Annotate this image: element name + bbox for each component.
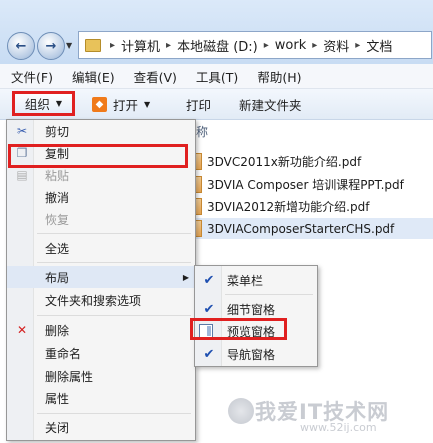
file-row[interactable]: 3DVIA Composer 培训课程PPT.pdf [188, 174, 433, 195]
name-column-header[interactable]: 称 [196, 123, 208, 140]
file-row[interactable]: 3DVIAComposerStarterCHS.pdf [188, 218, 433, 239]
delete-x-icon: ✕ [16, 323, 28, 337]
menu-item-close[interactable]: 关闭 [7, 416, 195, 438]
app-icon: ◆ [92, 97, 107, 112]
forward-arrow-icon: → [45, 38, 57, 54]
menu-bar: 文件(F) 编辑(E) 查看(V) 工具(T) 帮助(H) [0, 64, 433, 89]
watermark-url: www.52ij.com [300, 421, 377, 434]
menu-item-redo[interactable]: 恢复 [7, 208, 195, 230]
menu-item-label: 全选 [45, 241, 70, 256]
breadcrumb-work[interactable]: work [272, 38, 309, 53]
organize-label: 组织 [24, 97, 50, 112]
breadcrumb-documents[interactable]: 文档 [363, 36, 395, 55]
menu-separator [37, 233, 191, 234]
menu-edit[interactable]: 编辑(E) [61, 67, 123, 86]
paste-icon: ▤ [16, 168, 28, 182]
menu-item-label: 删除 [45, 323, 70, 338]
breadcrumb[interactable]: ▸ 计算机 ▸ 本地磁盘 (D:) ▸ work ▸ 资料 ▸ 文档 [78, 31, 432, 59]
menu-item-rename[interactable]: 重命名 [7, 342, 195, 364]
menu-separator [37, 262, 191, 263]
print-button[interactable]: 打印 [186, 95, 211, 114]
menu-item-delete[interactable]: ✕ 删除 [7, 319, 195, 341]
chevron-right-icon[interactable]: ▸ [309, 40, 320, 51]
menu-item-layout[interactable]: 布局 ▶ [7, 266, 195, 288]
dropdown-arrow-icon: ▼ [144, 100, 151, 109]
organize-button[interactable]: 组织 ▼ [12, 91, 75, 116]
open-label: 打开 [113, 98, 139, 113]
menu-item-select-all[interactable]: 全选 [7, 237, 195, 259]
menu-item-label: 删除属性 [45, 369, 94, 384]
check-icon: ✔ [203, 301, 215, 317]
submenu-arrow-icon: ▶ [182, 272, 189, 282]
menu-item-label: 粘贴 [45, 168, 70, 183]
submenu-item-navigation-pane[interactable]: ✔ 导航窗格 [195, 342, 317, 366]
file-name: 3DVC2011x新功能介绍.pdf [207, 155, 362, 169]
menu-item-label: 文件夹和搜索选项 [45, 293, 142, 308]
scissors-icon: ✂ [16, 124, 28, 138]
layout-highlight-box [8, 144, 188, 168]
submenu-item-label: 细节窗格 [227, 302, 276, 317]
new-folder-button[interactable]: 新建文件夹 [239, 95, 302, 114]
menu-item-properties[interactable]: 属性 [7, 387, 195, 409]
breadcrumb-drive[interactable]: 本地磁盘 (D:) [174, 36, 261, 55]
menu-item-undo[interactable]: 撤消 [7, 186, 195, 208]
back-arrow-icon: ← [15, 38, 27, 54]
menu-view[interactable]: 查看(V) [123, 67, 185, 86]
recent-pages-dropdown-icon[interactable]: ▼ [66, 41, 72, 50]
chevron-right-icon[interactable]: ▸ [107, 40, 118, 51]
dropdown-arrow-icon: ▼ [55, 99, 63, 108]
menu-item-label: 关闭 [45, 420, 70, 435]
submenu-item-label: 导航窗格 [227, 347, 276, 362]
file-name: 3DVIA Composer 培训课程PPT.pdf [207, 178, 404, 192]
menu-item-label: 布局 [45, 270, 70, 285]
menu-item-label: 恢复 [45, 212, 70, 227]
menu-item-remove-properties[interactable]: 删除属性 [7, 365, 195, 387]
menu-item-label: 撤消 [45, 190, 70, 205]
menu-separator [37, 413, 191, 414]
menu-separator [37, 315, 191, 316]
menu-tools[interactable]: 工具(T) [185, 67, 246, 86]
file-name: 3DVIAComposerStarterCHS.pdf [207, 221, 395, 236]
breadcrumb-materials[interactable]: 资料 [320, 36, 352, 55]
chevron-right-icon[interactable]: ▸ [261, 40, 272, 51]
menu-item-cut[interactable]: ✂ 剪切 [7, 120, 195, 142]
file-row[interactable]: 3DVIA2012新增功能介绍.pdf [188, 196, 433, 217]
folder-icon [85, 38, 101, 52]
submenu-item-menu-bar[interactable]: ✔ 菜单栏 [195, 268, 317, 292]
menu-help[interactable]: 帮助(H) [246, 67, 309, 86]
menu-item-label: 属性 [45, 391, 70, 406]
file-row[interactable]: 3DVC2011x新功能介绍.pdf [188, 151, 433, 172]
submenu-item-label: 菜单栏 [227, 273, 264, 288]
menu-item-folder-options[interactable]: 文件夹和搜索选项 [7, 289, 195, 311]
breadcrumb-computer[interactable]: 计算机 [118, 36, 163, 55]
chevron-right-icon[interactable]: ▸ [163, 40, 174, 51]
menu-item-label: 重命名 [45, 346, 82, 361]
back-button[interactable]: ← [7, 32, 35, 60]
check-icon: ✔ [203, 346, 215, 362]
open-button[interactable]: ◆ 打开 ▼ [92, 95, 150, 114]
file-name: 3DVIA2012新增功能介绍.pdf [207, 200, 370, 214]
command-toolbar: 组织 ▼ ◆ 打开 ▼ 打印 新建文件夹 [0, 89, 433, 120]
forward-button[interactable]: → [37, 32, 65, 60]
layout-submenu: ✔ 菜单栏 ✔ 细节窗格 预览窗格 ✔ 导航窗格 [194, 265, 318, 367]
menu-file[interactable]: 文件(F) [0, 67, 61, 86]
preview-pane-highlight-box [190, 318, 287, 340]
watermark-logo [228, 398, 254, 424]
chevron-right-icon[interactable]: ▸ [352, 40, 363, 51]
menu-item-label: 剪切 [45, 124, 70, 139]
menu-separator [225, 294, 313, 295]
check-icon: ✔ [203, 272, 215, 288]
